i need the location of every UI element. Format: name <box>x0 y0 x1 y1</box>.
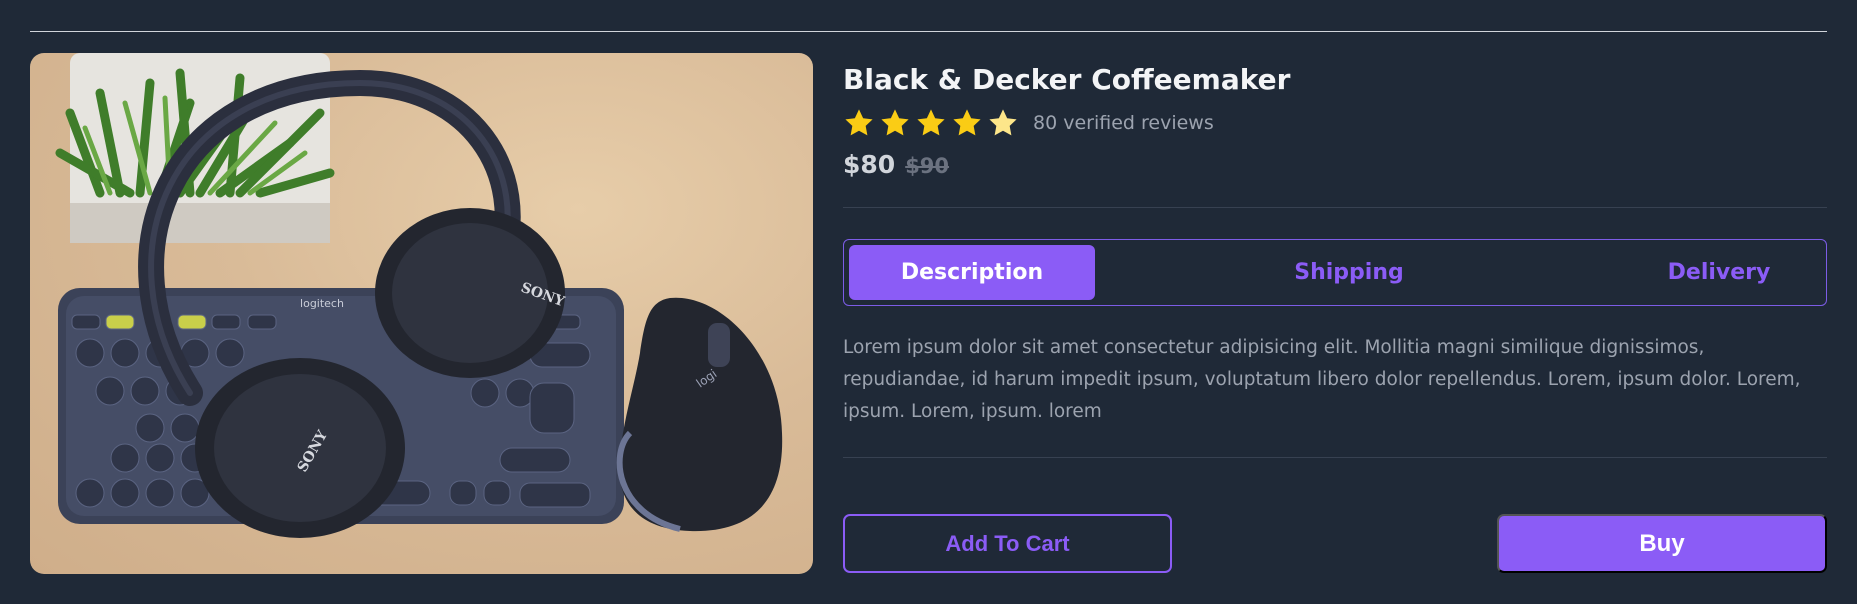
divider <box>843 457 1827 458</box>
keyboard-brand-text: logitech <box>300 297 344 310</box>
add-to-cart-button[interactable]: Add To Cart <box>843 514 1172 573</box>
original-price: $90 <box>905 154 950 178</box>
star-icon <box>953 109 981 136</box>
current-price: $80 <box>843 150 896 179</box>
star-icon <box>881 109 909 136</box>
divider <box>843 207 1827 208</box>
price-row: $80 $90 <box>843 150 949 179</box>
product-image: logitech SONY SONY logi <box>30 53 813 574</box>
tab-delivery[interactable]: Delivery <box>1634 245 1804 300</box>
star-half-icon <box>989 109 1017 136</box>
tab-shipping[interactable]: Shipping <box>1264 245 1434 300</box>
star-icon <box>845 109 873 136</box>
rating: 80 verified reviews <box>843 106 1214 140</box>
tab-bar: Description Shipping Delivery <box>843 239 1827 306</box>
review-count: 80 verified reviews <box>1033 112 1214 134</box>
tab-description[interactable]: Description <box>849 245 1095 300</box>
description-text: Lorem ipsum dolor sit amet consectetur a… <box>843 337 1801 422</box>
star-icon <box>917 109 945 136</box>
top-divider <box>30 31 1827 32</box>
product-title: Black & Decker Coffeemaker <box>843 63 1291 96</box>
buy-button[interactable]: Buy <box>1497 514 1827 573</box>
